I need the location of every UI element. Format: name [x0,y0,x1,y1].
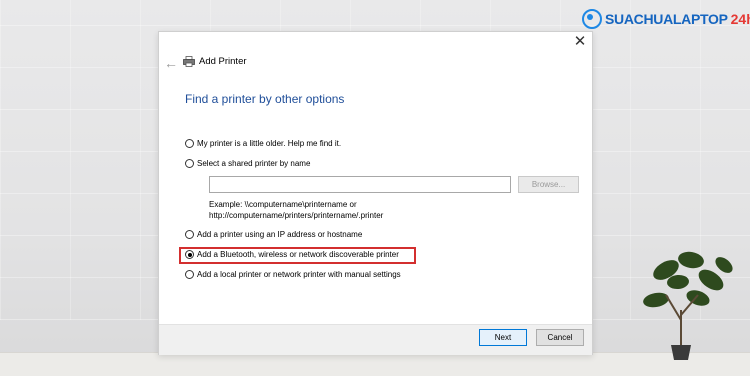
next-button[interactable]: Next [479,329,527,346]
logo-text: SUACHUALAPTOP [605,11,728,27]
option-ip-address[interactable]: Add a printer using an IP address or hos… [185,230,362,239]
close-icon[interactable]: ✕ [572,34,588,50]
logo-mark-icon [582,9,602,29]
plant-decoration [643,251,733,360]
dialog-title-bar: Add Printer [183,56,247,67]
option-label: Add a Bluetooth, wireless or network dis… [197,250,399,259]
radio-button[interactable] [185,139,194,148]
option-label: My printer is a little older. Help me fi… [197,139,342,148]
printer-icon [183,56,195,67]
option-label: Add a local printer or network printer w… [197,270,401,279]
example-line-1: Example: \\computername\printername or [209,200,357,209]
add-printer-dialog: ✕ ← Add Printer Find a printer by other … [158,31,593,355]
logo-accent-text: 24h.com [730,11,750,27]
option-shared-printer[interactable]: Select a shared printer by name [185,159,310,168]
radio-button-checked[interactable] [185,250,194,259]
example-line-2: http://computername/printers/printername… [209,211,384,220]
shared-printer-name-input[interactable] [209,176,511,193]
page-heading: Find a printer by other options [185,92,345,106]
radio-button[interactable] [185,230,194,239]
browse-button[interactable]: Browse... [518,176,579,193]
option-bluetooth-wireless[interactable]: Add a Bluetooth, wireless or network dis… [185,250,399,259]
dialog-title: Add Printer [199,56,247,67]
back-arrow-icon[interactable]: ← [164,55,178,71]
option-label: Add a printer using an IP address or hos… [197,230,363,239]
option-label: Select a shared printer by name [197,159,311,168]
radio-button[interactable] [185,270,194,279]
radio-button[interactable] [185,159,194,168]
example-text: Example: \\computername\printername or h… [209,199,383,221]
brand-logo: SUACHUALAPTOP24h.com [582,9,750,29]
option-older-printer[interactable]: My printer is a little older. Help me fi… [185,139,341,148]
dialog-footer [159,324,592,355]
option-local-manual[interactable]: Add a local printer or network printer w… [185,270,401,279]
cancel-button[interactable]: Cancel [536,329,584,346]
